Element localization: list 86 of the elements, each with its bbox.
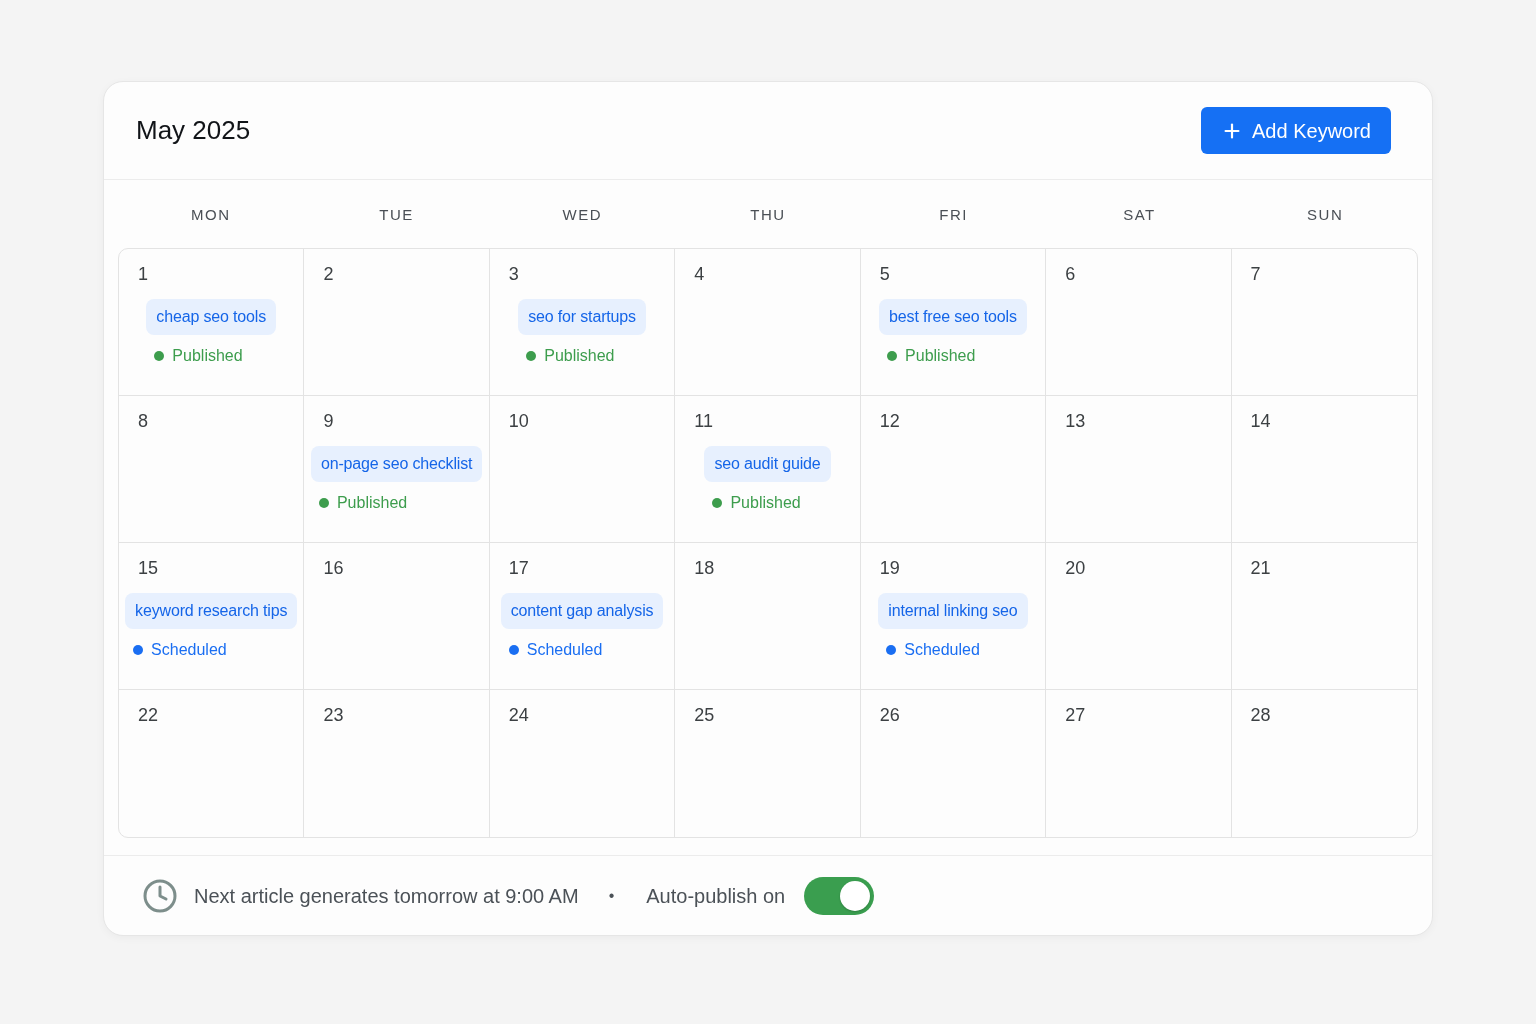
next-run-text: Next article generates tomorrow at 9:00 AM <box>194 883 579 909</box>
day-cell[interactable]: 9 on-page seo checklist Published <box>304 396 490 543</box>
day-cell[interactable]: 28 <box>1231 690 1417 837</box>
day-cell[interactable]: 19 internal linking seo Scheduled <box>860 543 1047 690</box>
add-keyword-button[interactable]: Add Keyword <box>1201 107 1391 154</box>
status-label: Published <box>544 346 615 366</box>
day-number: 15 <box>138 557 159 580</box>
day-number: 14 <box>1250 410 1271 433</box>
status-label: Published <box>730 493 801 513</box>
status-label: Scheduled <box>151 640 227 660</box>
clock-icon <box>142 877 178 914</box>
separator-dot: • <box>608 885 615 906</box>
day-number: 12 <box>879 410 900 433</box>
keyword-chip[interactable]: cheap seo tools <box>146 299 277 335</box>
day-cell[interactable]: 12 <box>860 396 1047 543</box>
day-number: 23 <box>323 704 344 727</box>
day-number: 1 <box>138 263 148 286</box>
keyword-chip[interactable]: seo for startups <box>518 299 646 335</box>
day-cell[interactable]: 25 <box>675 690 861 837</box>
weekday-label: THU <box>750 205 786 226</box>
day-cell[interactable]: 8 <box>119 396 305 543</box>
auto-publish-toggle[interactable] <box>804 876 875 915</box>
day-cell[interactable]: 27 <box>1046 690 1232 837</box>
day-cell[interactable]: 13 <box>1046 396 1232 543</box>
status-label: Published <box>336 493 408 513</box>
day-number: 8 <box>138 410 148 433</box>
weekday-label: TUE <box>379 205 414 226</box>
day-number: 11 <box>694 410 713 433</box>
weekday-label: FRI <box>939 205 969 226</box>
day-cell[interactable]: 21 <box>1231 543 1417 690</box>
day-cell[interactable]: 22 <box>119 690 305 837</box>
day-cell[interactable]: 3 seo for startups Published <box>489 249 676 396</box>
day-cell[interactable]: 7 <box>1231 249 1417 396</box>
month-title: May 2025 <box>136 114 251 147</box>
day-number: 9 <box>323 410 334 433</box>
day-cell[interactable]: 2 <box>304 249 490 396</box>
day-number: 17 <box>508 557 529 580</box>
day-number: 25 <box>694 704 715 727</box>
day-number: 21 <box>1250 557 1271 580</box>
keyword-chip[interactable]: seo audit guide <box>704 446 831 482</box>
day-cell[interactable]: 14 <box>1231 396 1417 543</box>
day-cell[interactable]: 6 <box>1046 249 1232 396</box>
status-label: Published <box>905 346 976 366</box>
day-cell[interactable]: 4 <box>675 249 861 396</box>
day-number: 18 <box>694 557 715 580</box>
keyword-chip[interactable]: best free seo tools <box>879 299 1027 335</box>
day-number: 6 <box>1065 263 1076 286</box>
weekday-label: SUN <box>1307 205 1344 226</box>
day-number: 2 <box>323 263 334 286</box>
keyword-chip[interactable]: on-page seo checklist <box>310 446 483 482</box>
day-cell[interactable]: 1 cheap seo tools Published <box>119 249 305 396</box>
day-number: 26 <box>879 704 900 727</box>
weekday-label: MON <box>191 205 231 226</box>
day-number: 27 <box>1065 704 1086 727</box>
day-number: 10 <box>508 410 529 433</box>
day-cell[interactable]: 16 <box>304 543 490 690</box>
day-cell[interactable]: 20 <box>1046 543 1232 690</box>
day-number: 20 <box>1065 557 1086 580</box>
day-number: 4 <box>694 263 705 286</box>
keyword-chip[interactable]: content gap analysis <box>500 593 664 629</box>
day-number: 19 <box>879 557 900 580</box>
day-cell[interactable]: 15 keyword research tips Scheduled <box>119 543 305 690</box>
day-cell[interactable]: 18 <box>675 543 861 690</box>
status-label: Published <box>172 346 243 366</box>
day-cell[interactable]: 17 content gap analysis Scheduled <box>489 543 676 690</box>
day-number: 16 <box>323 557 344 580</box>
weekday-label: WED <box>562 205 603 226</box>
day-cell[interactable]: 24 <box>489 690 676 837</box>
day-number: 7 <box>1250 263 1261 286</box>
keyword-chip[interactable]: keyword research tips <box>125 593 298 629</box>
day-number: 3 <box>508 263 519 286</box>
day-cell[interactable]: 11 seo audit guide Published <box>675 396 861 543</box>
day-cell[interactable]: 5 best free seo tools Published <box>860 249 1047 396</box>
day-cell[interactable]: 23 <box>304 690 490 837</box>
day-number: 24 <box>508 704 529 727</box>
keyword-chip[interactable]: internal linking seo <box>878 593 1028 629</box>
day-number: 13 <box>1065 410 1086 433</box>
weekday-label: SAT <box>1123 205 1156 226</box>
day-number: 28 <box>1250 704 1271 727</box>
status-label: Scheduled <box>526 640 603 660</box>
day-number: 5 <box>879 263 890 286</box>
day-cell[interactable]: 26 <box>860 690 1047 837</box>
auto-publish-label: Auto-publish on <box>646 883 786 909</box>
status-label: Scheduled <box>904 640 980 660</box>
day-cell[interactable]: 10 <box>489 396 676 543</box>
day-number: 22 <box>138 704 159 727</box>
